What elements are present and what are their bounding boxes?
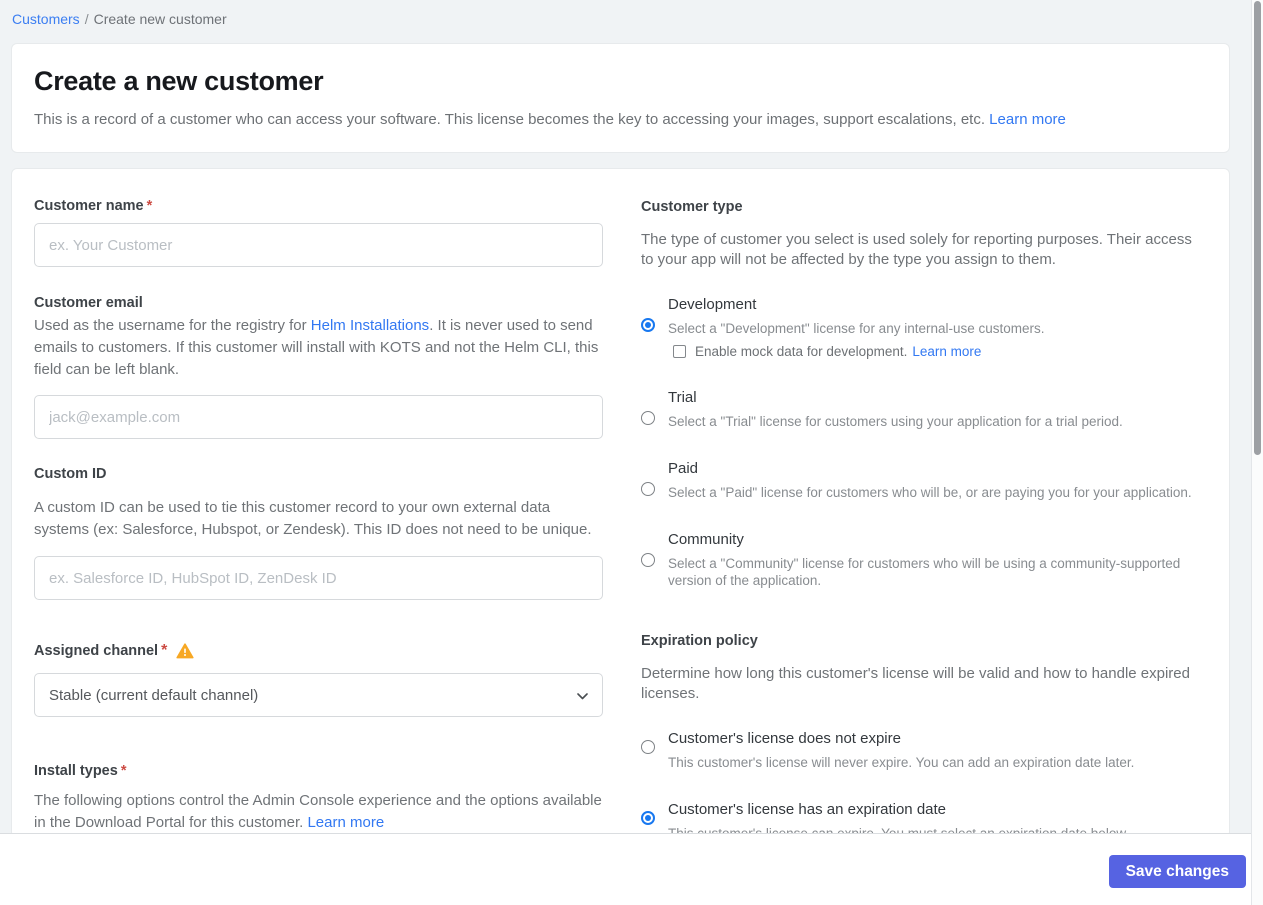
required-asterisk: *: [161, 642, 168, 659]
mock-data-label: Enable mock data for development.: [695, 344, 908, 359]
customer-email-label: Customer email: [34, 295, 143, 311]
radio-trial[interactable]: [641, 411, 655, 425]
radio-license-has-expiration[interactable]: [641, 811, 655, 825]
page-title: Create a new customer: [34, 66, 324, 96]
radio-development[interactable]: [641, 318, 655, 332]
option-label: Customer's license has an expiration dat…: [668, 801, 947, 818]
mock-data-checkbox[interactable]: [673, 345, 686, 358]
option-description: Select a "Development" license for any i…: [668, 321, 1045, 336]
breadcrumb-current: Create new customer: [93, 11, 227, 27]
expiration-policy-section: Expiration policy Determine how long thi…: [641, 631, 1199, 837]
warning-icon: [176, 643, 194, 659]
option-description: Select a "Community" license for custome…: [668, 556, 1181, 588]
option-label: Development: [668, 296, 757, 313]
customer-email-description: Used as the username for the registry fo…: [34, 317, 599, 378]
form-left-column: Customer name* Customer email Used as th…: [34, 196, 603, 837]
header-learn-more-link[interactable]: Learn more: [989, 111, 1066, 128]
radio-community[interactable]: [641, 553, 655, 567]
custom-id-description: A custom ID can be used to tie this cust…: [34, 499, 592, 538]
option-label: Customer's license does not expire: [668, 730, 901, 747]
breadcrumb-separator: /: [84, 11, 89, 27]
install-types-description: The following options control the Admin …: [34, 792, 602, 831]
customer-email-field: Customer email Used as the username for …: [34, 293, 603, 439]
expiration-policy-description: Determine how long this customer's licen…: [641, 665, 1190, 702]
save-changes-button[interactable]: Save changes: [1108, 855, 1246, 888]
page-description: This is a record of a customer who can a…: [34, 111, 1066, 128]
customer-type-option-trial: Trial Select a "Trial" license for custo…: [641, 387, 1199, 430]
customer-type-options: Development Select a "Development" licen…: [641, 294, 1199, 589]
install-types-field: Install types * The following options con…: [34, 761, 603, 834]
assigned-channel-selected-option: Stable (current default channel): [49, 686, 259, 704]
option-label: Trial: [668, 389, 697, 406]
install-types-learn-more-link[interactable]: Learn more: [307, 814, 384, 831]
customer-type-heading: Customer type: [641, 199, 743, 215]
customer-email-input[interactable]: [34, 395, 603, 439]
assigned-channel-field: Assigned channel * Stable (current defau…: [34, 641, 603, 717]
customer-name-input[interactable]: [34, 223, 603, 267]
customer-form-card: Customer name* Customer email Used as th…: [11, 168, 1230, 838]
mock-data-row: Enable mock data for development. Learn …: [673, 344, 1199, 359]
page-header-card: Create a new customer This is a record o…: [11, 43, 1230, 153]
scrollbar[interactable]: [1251, 0, 1263, 905]
customer-name-field: Customer name *: [34, 196, 603, 267]
expiration-option-no-expire: Customer's license does not expire This …: [641, 728, 1199, 771]
option-label: Paid: [668, 460, 699, 477]
helm-installations-link[interactable]: Helm Installations: [311, 317, 429, 334]
breadcrumb: Customers / Create new customer: [0, 0, 1263, 29]
custom-id-label: Custom ID: [34, 466, 107, 482]
assigned-channel-label: Assigned channel: [34, 643, 159, 659]
expiration-policy-heading: Expiration policy: [641, 633, 758, 649]
breadcrumb-customers-link[interactable]: Customers: [12, 11, 80, 27]
mock-data-learn-more-link[interactable]: Learn more: [912, 344, 981, 359]
radio-license-does-not-expire[interactable]: [641, 740, 655, 754]
chevron-down-icon: [577, 687, 588, 704]
custom-id-input[interactable]: [34, 556, 603, 600]
customer-name-label: Customer name *: [34, 198, 153, 214]
option-description: This customer's license will never expir…: [668, 755, 1135, 770]
required-asterisk: *: [120, 763, 127, 779]
radio-paid[interactable]: [641, 482, 655, 496]
option-description: Select a "Paid" license for customers wh…: [668, 485, 1192, 500]
expiration-policy-options: Customer's license does not expire This …: [641, 728, 1199, 837]
required-asterisk: *: [146, 198, 153, 214]
option-label: Community: [668, 531, 744, 548]
customer-type-description: The type of customer you select is used …: [641, 231, 1192, 268]
scrollbar-thumb[interactable]: [1254, 1, 1261, 455]
option-description: Select a "Trial" license for customers u…: [668, 414, 1123, 429]
custom-id-field: Custom ID A custom ID can be used to tie…: [34, 464, 603, 600]
assigned-channel-select[interactable]: Stable (current default channel): [34, 673, 603, 717]
customer-type-option-development: Development Select a "Development" licen…: [641, 294, 1199, 359]
footer-bar: Save changes: [0, 833, 1263, 905]
install-types-label: Install types *: [34, 763, 127, 779]
form-right-column: Customer type The type of customer you s…: [641, 196, 1199, 837]
customer-type-option-community: Community Select a "Community" license f…: [641, 529, 1199, 589]
customer-type-option-paid: Paid Select a "Paid" license for custome…: [641, 458, 1199, 501]
